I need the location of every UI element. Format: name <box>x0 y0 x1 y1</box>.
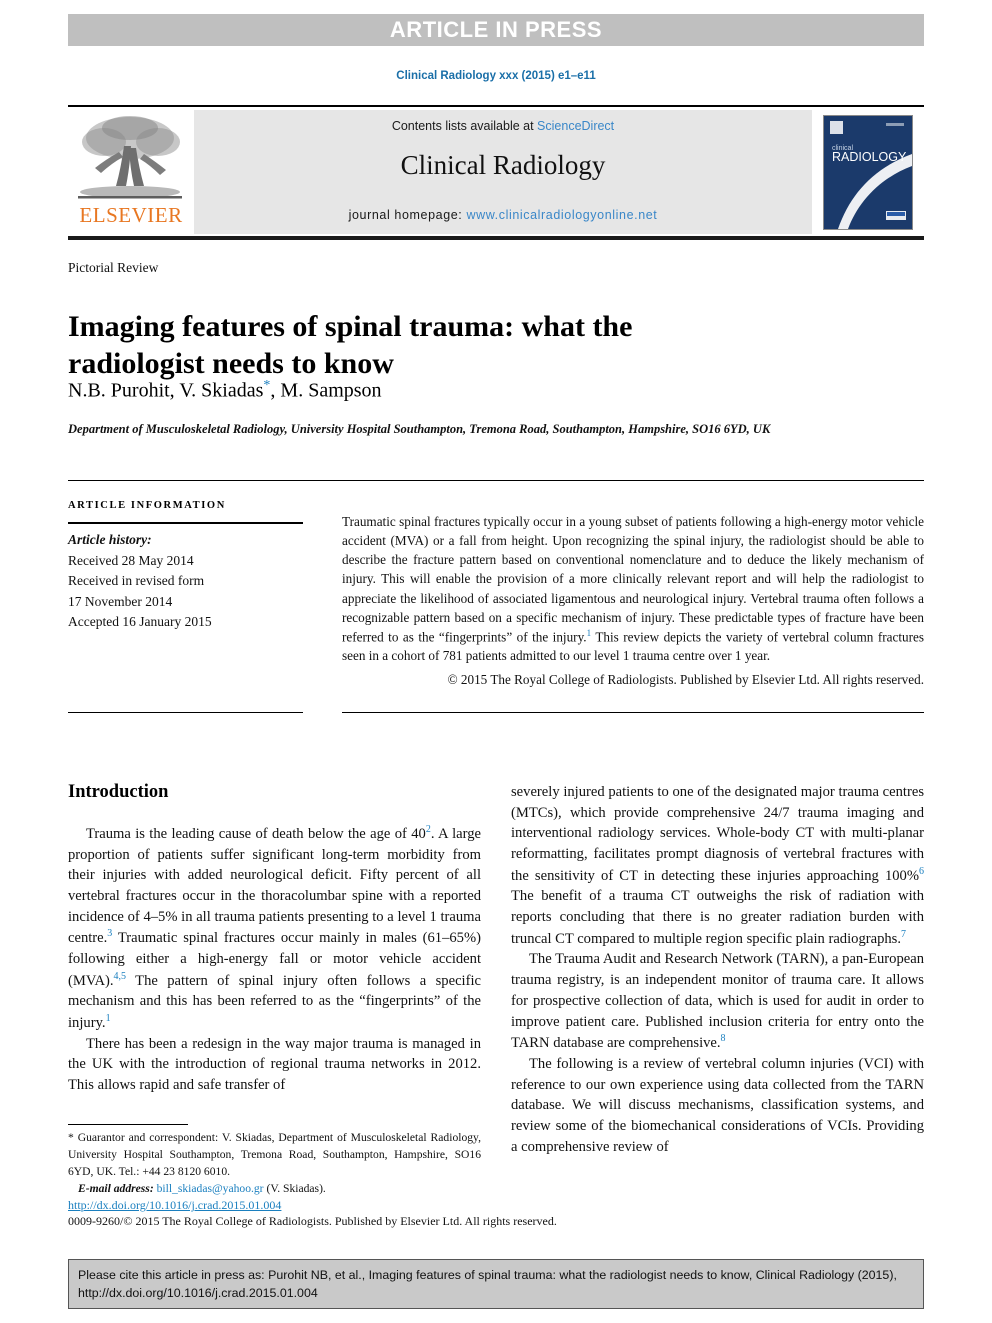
elsevier-logo: ELSEVIER <box>68 110 194 234</box>
citation-reference[interactable]: 1 <box>106 1013 111 1024</box>
abstract-divider-right <box>342 712 924 713</box>
citation-reference[interactable]: 8 <box>721 1033 726 1044</box>
abstract-block: Traumatic spinal fractures typically occ… <box>342 512 924 689</box>
paragraph-text: . A large proportion of patients suffer … <box>68 825 481 947</box>
article-history-label: Article history: <box>68 532 152 547</box>
journal-masthead: ELSEVIER Contents lists available at Sci… <box>68 105 924 234</box>
body-paragraph: severely injured patients to one of the … <box>511 782 924 949</box>
left-column-paragraphs: Trauma is the leading cause of death bel… <box>68 823 481 1096</box>
masthead-inner: ELSEVIER Contents lists available at Sci… <box>68 110 924 234</box>
contents-panel: Contents lists available at ScienceDirec… <box>194 110 812 234</box>
paragraph-text: The Trauma Audit and Research Network (T… <box>511 951 924 1052</box>
citation-reference[interactable]: 7 <box>901 929 906 940</box>
doi-link[interactable]: http://dx.doi.org/10.1016/j.crad.2015.01… <box>68 1198 281 1213</box>
abstract-copyright: © 2015 The Royal College of Radiologists… <box>447 671 924 687</box>
article-type-label: Pictorial Review <box>68 260 159 275</box>
paragraph-text: The benefit of a trauma CT outweighs the… <box>511 888 924 947</box>
elsevier-wordmark: ELSEVIER <box>79 203 183 227</box>
article-revised-date: 17 November 2014 <box>68 593 173 609</box>
paragraph-text: The following is a review of vertebral c… <box>511 1055 924 1155</box>
journal-title: Clinical Radiology <box>400 150 606 180</box>
body-paragraph: Trauma is the leading cause of death bel… <box>68 823 481 1034</box>
paragraph-text: severely injured patients to one of the … <box>511 784 924 884</box>
body-paragraph: The following is a review of vertebral c… <box>511 1054 924 1158</box>
svg-text:RADIOLOGY: RADIOLOGY <box>832 150 907 164</box>
journal-homepage-line: journal homepage: www.clinicalradiologyo… <box>194 208 812 222</box>
article-accepted-date: Accepted 16 January 2015 <box>68 614 212 630</box>
correspondence-text: * Guarantor and correspondent: V. Skiada… <box>68 1131 481 1178</box>
body-column-right: severely injured patients to one of the … <box>511 782 924 1158</box>
body-column-left: Introduction Trauma is the leading cause… <box>68 782 481 1096</box>
cite-this-article-box: Please cite this article in press as: Pu… <box>68 1259 924 1309</box>
abstract-text-main: Traumatic spinal fractures typically occ… <box>342 514 924 645</box>
author-affiliation: Department of Musculoskeletal Radiology,… <box>68 422 771 436</box>
abstract-divider-left <box>68 712 303 713</box>
journal-cover-thumbnail: clinical RADIOLOGY <box>823 114 913 230</box>
affiliation-divider <box>68 480 924 481</box>
article-in-press-banner: ARTICLE IN PRESS <box>68 14 924 46</box>
section-heading-introduction: Introduction <box>68 782 169 802</box>
author-list: N.B. Purohit, V. Skiadas*, M. Sampson <box>68 378 828 403</box>
email-link[interactable]: bill_skiadas@yahoo.gr <box>157 1182 264 1195</box>
email-label: E-mail address: <box>78 1181 154 1195</box>
paragraph-text: Trauma is the leading cause of death bel… <box>86 825 426 842</box>
citation-reference[interactable]: 4,5 <box>114 971 127 982</box>
paragraph-text: The pattern of spinal injury often follo… <box>68 972 481 1031</box>
sciencedirect-link[interactable]: ScienceDirect <box>537 119 614 133</box>
citation-reference[interactable]: 6 <box>919 866 924 877</box>
homepage-prefix: journal homepage: <box>348 208 467 222</box>
masthead-bottom-rule <box>68 236 924 240</box>
article-information-heading: ARTICLE INFORMATION <box>68 500 226 511</box>
contents-prefix: Contents lists available at <box>391 119 538 133</box>
email-owner: (V. Skiadas). <box>266 1181 326 1195</box>
correspondence-footnote: * Guarantor and correspondent: V. Skiada… <box>68 1130 481 1198</box>
article-received-date: Received 28 May 2014 <box>68 552 194 568</box>
authors-after-marker: , M. Sampson <box>270 379 382 402</box>
footnote-rule <box>68 1124 188 1125</box>
article-information-rule <box>68 522 303 524</box>
article-history-block: Article history: Received 28 May 2014 Re… <box>68 530 313 633</box>
article-in-press-label: ARTICLE IN PRESS <box>389 17 603 42</box>
body-paragraph: There has been a redesign in the way maj… <box>68 1034 481 1096</box>
article-revised-label: Received in revised form <box>68 573 205 589</box>
authors-before-marker: N.B. Purohit, V. Skiadas <box>68 379 264 402</box>
paragraph-text: There has been a redesign in the way maj… <box>68 1035 481 1094</box>
issn-copyright-line: 0009-9260/© 2015 The Royal College of Ra… <box>68 1214 557 1228</box>
journal-homepage-link[interactable]: www.clinicalradiologyonline.net <box>466 208 657 222</box>
contents-available-line: Contents lists available at ScienceDirec… <box>194 119 812 133</box>
body-paragraph: The Trauma Audit and Research Network (T… <box>511 949 924 1053</box>
article-page: ARTICLE IN PRESS Clinical Radiology xxx … <box>0 0 992 1323</box>
right-column-paragraphs: severely injured patients to one of the … <box>511 782 924 1158</box>
abstract-text: Traumatic spinal fractures typically occ… <box>342 512 924 666</box>
journal-cover-art: clinical RADIOLOGY <box>824 115 912 229</box>
email-line: E-mail address: bill_skiadas@yahoo.gr (V… <box>68 1181 481 1198</box>
running-head: Clinical Radiology xxx (2015) e1–e11 <box>396 70 596 82</box>
elsevier-tree-icon <box>78 116 182 199</box>
journal-cover-container: clinical RADIOLOGY <box>812 110 924 234</box>
page-title: Imaging features of spinal trauma: what … <box>68 310 633 381</box>
